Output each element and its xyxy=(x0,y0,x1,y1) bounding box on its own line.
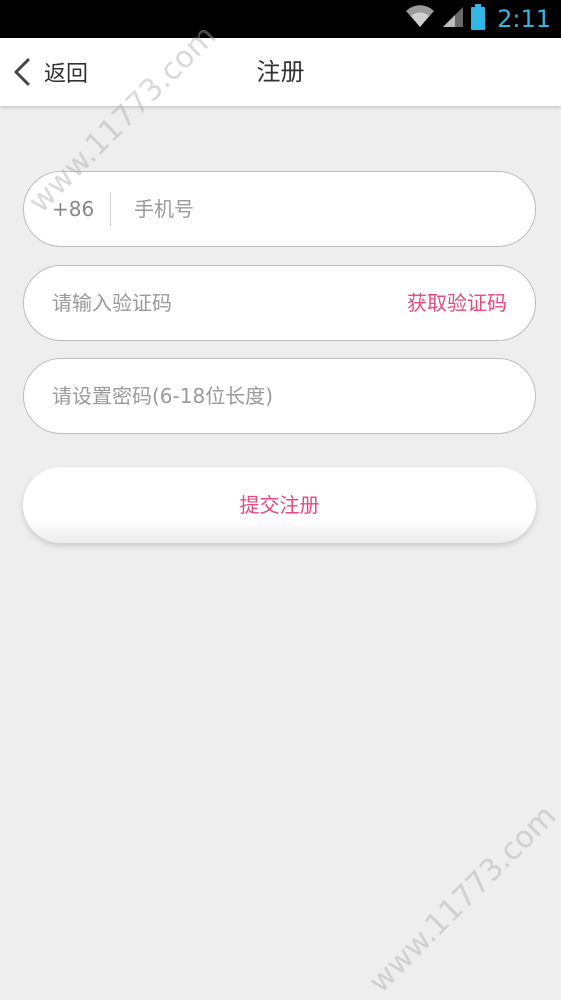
battery-icon xyxy=(471,4,486,34)
phone-input[interactable] xyxy=(134,172,514,246)
page-title: 注册 xyxy=(256,58,305,86)
verification-code-field: 获取验证码 xyxy=(23,265,536,341)
signal-icon xyxy=(441,5,465,33)
country-code[interactable]: +86 xyxy=(52,172,94,246)
status-time: 2:11 xyxy=(497,5,551,33)
status-bar: 2:11 xyxy=(0,0,561,38)
submit-register-button[interactable]: 提交注册 xyxy=(23,467,536,543)
password-input[interactable] xyxy=(52,359,512,433)
get-code-button[interactable]: 获取验证码 xyxy=(407,266,507,340)
status-icons: 2:11 xyxy=(405,0,551,38)
phone-field: +86 xyxy=(23,171,536,247)
wifi-icon xyxy=(405,5,435,33)
watermark: www.11773.com xyxy=(362,798,561,1000)
password-field xyxy=(23,358,536,434)
divider xyxy=(110,192,111,226)
app-header: 返回 注册 xyxy=(0,38,561,106)
verification-code-input[interactable] xyxy=(52,266,382,340)
